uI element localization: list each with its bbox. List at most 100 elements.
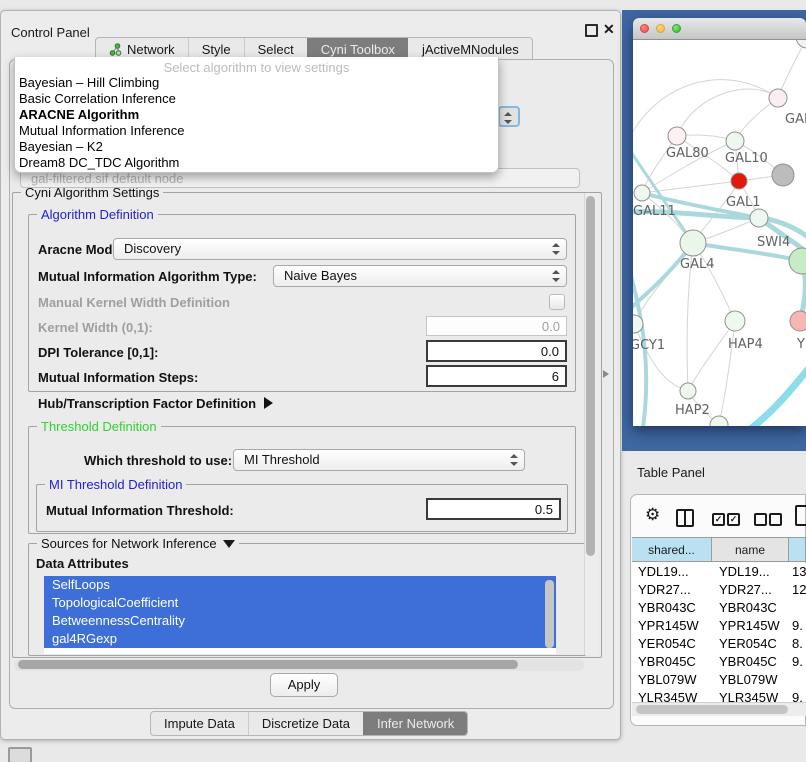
node-bottom[interactable] [710, 416, 728, 426]
node-gal80[interactable] [668, 127, 686, 145]
algorithm-option[interactable]: Bayesian – Hill Climbing [15, 75, 498, 91]
unchecked-box-icon[interactable] [754, 513, 767, 526]
table-row[interactable]: YER054CYER054C8. [632, 635, 806, 653]
node-swi4[interactable] [750, 209, 768, 227]
cell-value [789, 599, 806, 617]
apply-button[interactable]: Apply [270, 673, 338, 697]
settings-vscrollbar-thumb[interactable] [586, 196, 595, 556]
network-edge [749, 368, 806, 426]
algorithm-option[interactable]: Mutual Information Inference [15, 123, 498, 139]
node-hap2[interactable] [680, 383, 696, 399]
cell-name: YDL19... [712, 563, 789, 581]
network-edge [688, 321, 735, 391]
node-gal-cut[interactable] [769, 89, 787, 107]
algorithm-option[interactable]: ARACNE Algorithm [15, 107, 498, 123]
close-icon[interactable]: ✕ [603, 21, 615, 38]
tab-label: Cyni Toolbox [321, 42, 395, 57]
hub-definition-toggle[interactable]: Hub/Transcription Factor Definition [38, 396, 273, 411]
node-big-green[interactable] [789, 248, 806, 274]
kernel-width-label: Kernel Width (0,1): [38, 320, 153, 335]
manual-kernel-checkbox[interactable] [549, 294, 565, 310]
stepper-arrows-icon [552, 269, 560, 283]
aracne-mode-select[interactable]: Discovery [113, 238, 567, 260]
tab-impute-data[interactable]: Impute Data [151, 712, 248, 735]
mi-algorithm-type-label: Mutual Information Algorithm Type: [38, 269, 257, 284]
cell-name: YPR145W [712, 617, 789, 635]
minimized-panel-icon[interactable] [8, 747, 32, 762]
checked-box-icon[interactable]: ✓ [727, 513, 740, 526]
table-hscrollbar-thumb[interactable] [636, 705, 788, 714]
manual-kernel-label: Manual Kernel Width Definition [38, 295, 230, 310]
zoom-traffic-light[interactable] [672, 24, 681, 33]
cell-shared-name: YDR27... [632, 581, 712, 599]
split-columns-icon[interactable] [676, 509, 694, 527]
node-gal4[interactable] [680, 230, 706, 256]
node-partial-top-right[interactable] [796, 40, 806, 48]
network-node-label: Y [796, 337, 805, 352]
node-gal11[interactable] [634, 185, 650, 201]
settings-hscrollbar-thumb[interactable] [18, 660, 518, 669]
float-window-icon[interactable] [585, 24, 598, 37]
mi-steps-input[interactable] [426, 365, 567, 387]
which-threshold-select[interactable]: MI Threshold [233, 449, 525, 471]
column-header-extra[interactable] [789, 538, 806, 561]
unchecked-box-icon[interactable] [769, 513, 782, 526]
column-header-shared[interactable]: shared... [632, 538, 712, 561]
tab-discretize-data[interactable]: Discretize Data [248, 712, 363, 735]
cell-value: 8. [789, 635, 806, 653]
tab-label: Network [127, 42, 175, 57]
attributes-scrollbar-thumb[interactable] [545, 580, 554, 648]
node-hap4[interactable] [725, 311, 745, 331]
hidden-combo-stepper[interactable] [498, 106, 520, 127]
table-row[interactable]: YBL079WYBL079W [632, 671, 806, 689]
screen: Control Panel ✕ NetworkStyleSelectCyni T… [0, 0, 806, 762]
table-row[interactable]: YBR043CYBR043C [632, 599, 806, 617]
tab-label: Style [202, 42, 231, 57]
network-node-label: GCY1 [633, 338, 665, 353]
table-row[interactable]: YLR345WYLR345W9. [632, 689, 806, 702]
tab-label: Infer Network [377, 716, 454, 731]
attribute-option[interactable]: gal4RGexp [44, 630, 556, 648]
document-icon[interactable] [795, 505, 806, 526]
network-desktop: GALGAL80GAL10GAL1SWI4GAL11GAL4GCY1HAP4YH… [622, 10, 806, 451]
node-gray[interactable] [772, 164, 794, 186]
gear-icon[interactable]: ⚙ [645, 505, 660, 525]
minimize-traffic-light[interactable] [656, 24, 665, 33]
algorithm-option[interactable]: Basic Correlation Inference [15, 91, 498, 107]
cell-shared-name: YLR345W [632, 689, 712, 702]
network-canvas[interactable]: GALGAL80GAL10GAL1SWI4GAL11GAL4GCY1HAP4YH… [633, 40, 806, 426]
table-row[interactable]: YDL19...YDL19...13 [632, 563, 806, 581]
cell-name: YLR345W [712, 689, 789, 702]
collapsed-arrow-icon [264, 397, 273, 409]
table-row[interactable]: YBR045CYBR045C9. [632, 653, 806, 671]
table-row[interactable]: YDR27...YDR27...12 [632, 581, 806, 599]
attribute-option[interactable]: TopologicalCoefficient [44, 594, 556, 612]
network-edge [633, 80, 778, 135]
dpi-tolerance-input[interactable] [426, 340, 567, 362]
data-attributes-label: Data Attributes [36, 556, 129, 571]
network-node-label: GAL11 [633, 204, 676, 219]
mi-threshold-input[interactable] [426, 498, 561, 520]
panel-divider-arrow[interactable] [603, 370, 609, 378]
cell-value: 9. [789, 617, 806, 635]
close-traffic-light[interactable] [640, 24, 649, 33]
sources-legend[interactable]: Sources for Network Inference [37, 536, 239, 551]
mi-algorithm-type-select[interactable]: Naive Bayes [273, 265, 567, 287]
kernel-width-input[interactable] [426, 316, 567, 336]
expanded-arrow-icon [223, 540, 235, 548]
node-gal1[interactable] [731, 173, 747, 189]
cell-value: 12 [789, 581, 806, 599]
cell-value: 13 [789, 563, 806, 581]
network-window-titlebar[interactable] [633, 18, 806, 40]
table-row[interactable]: YPR145WYPR145W9. [632, 617, 806, 635]
column-header-name[interactable]: name [712, 538, 789, 561]
algorithm-definition-legend: Algorithm Definition [37, 207, 158, 222]
algorithm-option[interactable]: Dream8 DC_TDC Algorithm [15, 155, 498, 171]
attribute-option[interactable]: BetweennessCentrality [44, 612, 556, 630]
node-gal10[interactable] [726, 132, 744, 150]
algorithm-option[interactable]: Bayesian – K2 [15, 139, 498, 155]
attribute-option[interactable]: SelfLoops [44, 576, 556, 594]
tab-infer-network[interactable]: Infer Network [363, 712, 467, 735]
checked-box-icon[interactable]: ✓ [712, 513, 725, 526]
node-salmon[interactable] [790, 311, 806, 331]
